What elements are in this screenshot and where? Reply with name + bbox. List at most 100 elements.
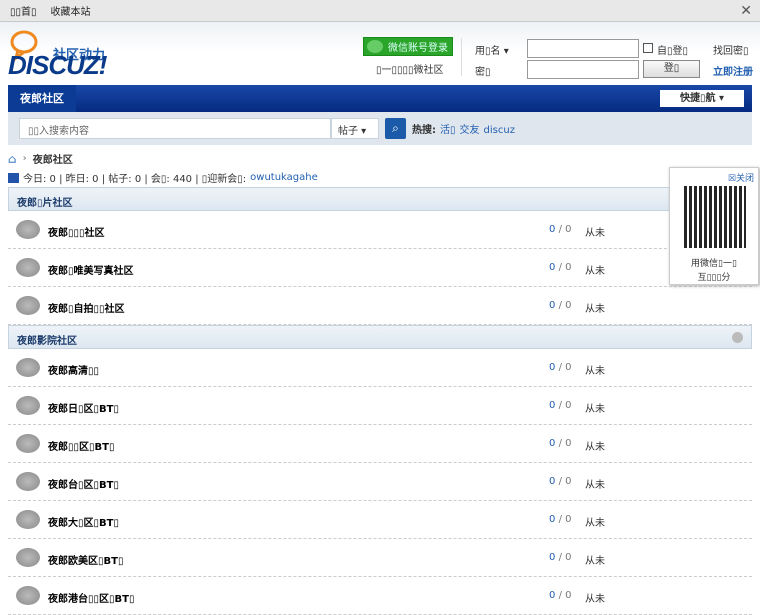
forgot-password-link[interactable]: 找回密▯ bbox=[713, 42, 749, 57]
breadcrumb-separator: › bbox=[22, 153, 27, 164]
qr-code bbox=[684, 186, 746, 248]
category-title: 夜郎影院社区 bbox=[17, 336, 77, 347]
forum-stats: 今日: 0 | 昨日: 0 | 帖子: 0 | 会▯: 440 | ▯迎新会▯:… bbox=[8, 170, 318, 185]
close-icon[interactable]: ✕ bbox=[740, 3, 752, 19]
username-label[interactable]: 用▯名 ▾ bbox=[475, 42, 509, 57]
quick-nav-button[interactable]: 快捷▯航 ▾ bbox=[660, 90, 744, 107]
search-bar: ▯▯入搜索内容 帖子 ▾ ⌕ 热搜: 活▯ 交友 discuz bbox=[8, 112, 752, 145]
forum-total-count: / 0 bbox=[558, 476, 572, 487]
forum-name-link[interactable]: 夜郎欧美区▯BT▯ bbox=[48, 552, 123, 567]
forum-last-post: 从未 bbox=[585, 442, 605, 453]
forum-name-link[interactable]: 夜郎▯▯区▯BT▯ bbox=[48, 438, 114, 453]
forum-today-count: 0 bbox=[549, 362, 556, 373]
forum-counts: 0 / 0 bbox=[549, 362, 571, 373]
forum-counts: 0 / 0 bbox=[549, 552, 571, 563]
forum-today-count: 0 bbox=[549, 552, 556, 563]
forum-bubble-icon bbox=[16, 586, 40, 605]
forum-last-post: 从未 bbox=[585, 304, 605, 315]
forum-today-count: 0 bbox=[549, 400, 556, 411]
forum-last-post: 从未 bbox=[585, 480, 605, 491]
category-header[interactable]: 夜郎▯片社区 bbox=[8, 187, 752, 211]
stats-icon bbox=[8, 172, 19, 183]
wechat-login-label: 微信账号登录 bbox=[388, 43, 448, 54]
breadcrumb: ⌂ › 夜郎社区 bbox=[8, 151, 73, 167]
category-header[interactable]: 夜郎影院社区 bbox=[8, 325, 752, 349]
forum-name-link[interactable]: 夜郎港台▯▯区▯BT▯ bbox=[48, 590, 134, 605]
forum-today-count: 0 bbox=[549, 590, 556, 601]
forum-counts: 0 / 0 bbox=[549, 300, 571, 311]
username-input[interactable] bbox=[527, 39, 639, 58]
forum-today-count: 0 bbox=[549, 438, 556, 449]
divider bbox=[461, 38, 462, 76]
forum-counts: 0 / 0 bbox=[549, 224, 571, 235]
forum-total-count: / 0 bbox=[558, 438, 572, 449]
qr-popup: ☒关闭 用微信▯一▯ 互▯▯▯分 bbox=[669, 167, 759, 285]
password-input[interactable] bbox=[527, 60, 639, 79]
forum-bubble-icon bbox=[16, 434, 40, 453]
breadcrumb-current[interactable]: 夜郎社区 bbox=[33, 151, 73, 166]
forum-last-post: 从未 bbox=[585, 594, 605, 605]
wechat-subtext: ▯一▯▯▯▯微社区 bbox=[376, 65, 444, 76]
forum-counts: 0 / 0 bbox=[549, 262, 571, 273]
forum-last-post: 从未 bbox=[585, 366, 605, 377]
forum-name-link[interactable]: 夜郎高清▯▯ bbox=[48, 362, 99, 377]
forum-today-count: 0 bbox=[549, 300, 556, 311]
newest-member-link[interactable]: owutukagahe bbox=[250, 172, 318, 183]
register-link[interactable]: 立即注册 bbox=[713, 63, 753, 78]
forum-name-link[interactable]: 夜郎台▯区▯BT▯ bbox=[48, 476, 119, 491]
nav-item-home[interactable]: 夜郎社区 bbox=[8, 85, 76, 112]
forum-name-link[interactable]: 夜郎大▯区▯BT▯ bbox=[48, 514, 119, 529]
logo-text: DISCUZ! bbox=[8, 50, 107, 80]
forum-today-count: 0 bbox=[549, 224, 556, 235]
remember-label: 自▯登▯ bbox=[657, 46, 689, 57]
forum-row: 夜郎欧美区▯BT▯ 0 / 0 从未 bbox=[8, 539, 752, 577]
hot-link[interactable]: discuz bbox=[484, 125, 515, 136]
forum-bubble-icon bbox=[16, 396, 40, 415]
forum-row: 夜郎台▯区▯BT▯ 0 / 0 从未 bbox=[8, 463, 752, 501]
forum-total-count: / 0 bbox=[558, 300, 572, 311]
hot-link[interactable]: 活▯ bbox=[440, 125, 456, 136]
forum-row: 夜郎▯▯▯社区 0 / 0 从未 bbox=[8, 211, 752, 249]
top-bar: ▯▯首▯ 收藏本站 bbox=[0, 0, 760, 22]
forum-row: 夜郎港台▯▯区▯BT▯ 0 / 0 从未 bbox=[8, 577, 752, 615]
remember-checkbox[interactable] bbox=[643, 43, 653, 53]
password-label: 密▯ bbox=[475, 67, 491, 78]
home-icon[interactable]: ⌂ bbox=[8, 152, 17, 166]
forum-row: 夜郎▯唯美写真社区 0 / 0 从未 bbox=[8, 249, 752, 287]
search-icon: ⌕ bbox=[392, 121, 399, 135]
forum-name-link[interactable]: 夜郎▯自拍▯▯社区 bbox=[48, 300, 125, 315]
login-button[interactable]: 登▯ bbox=[643, 60, 700, 78]
search-type-select[interactable]: 帖子 ▾ bbox=[331, 118, 379, 139]
hot-label: 热搜: bbox=[412, 125, 436, 136]
main-nav: 夜郎社区 快捷▯航 ▾ bbox=[8, 85, 752, 112]
favorite-link[interactable]: 收藏本站 bbox=[51, 3, 91, 18]
stats-text: 今日: 0 | 昨日: 0 | 帖子: 0 | 会▯: 440 | ▯迎新会▯: bbox=[23, 174, 247, 185]
forum-counts: 0 / 0 bbox=[549, 400, 571, 411]
forum-total-count: / 0 bbox=[558, 400, 572, 411]
search-button[interactable]: ⌕ bbox=[385, 118, 406, 139]
forum-total-count: / 0 bbox=[558, 224, 572, 235]
qr-text: 互▯▯▯分 bbox=[697, 273, 731, 283]
forum-today-count: 0 bbox=[549, 262, 556, 273]
collapse-icon[interactable] bbox=[732, 332, 743, 343]
set-home-link[interactable]: ▯▯首▯ bbox=[10, 3, 37, 18]
forum-total-count: / 0 bbox=[558, 514, 572, 525]
forum-last-post: 从未 bbox=[585, 266, 605, 277]
forum-row: 夜郎高清▯▯ 0 / 0 从未 bbox=[8, 349, 752, 387]
forum-name-link[interactable]: 夜郎▯唯美写真社区 bbox=[48, 262, 134, 277]
forum-counts: 0 / 0 bbox=[549, 514, 571, 525]
forum-total-count: / 0 bbox=[558, 590, 572, 601]
forum-bubble-icon bbox=[16, 296, 40, 315]
search-input[interactable]: ▯▯入搜索内容 bbox=[19, 118, 331, 139]
qr-close-button[interactable]: ☒关闭 bbox=[728, 171, 754, 184]
wechat-login-button[interactable]: 微信账号登录 bbox=[363, 37, 453, 56]
logo[interactable]: 社区动力 DISCUZ! bbox=[8, 30, 107, 80]
forum-bubble-icon bbox=[16, 220, 40, 239]
forum-bubble-icon bbox=[16, 258, 40, 277]
forum-today-count: 0 bbox=[549, 476, 556, 487]
forum-name-link[interactable]: 夜郎日▯区▯BT▯ bbox=[48, 400, 119, 415]
forum-total-count: / 0 bbox=[558, 262, 572, 273]
hot-link[interactable]: 交友 bbox=[460, 125, 480, 136]
forum-row: 夜郎▯▯区▯BT▯ 0 / 0 从未 bbox=[8, 425, 752, 463]
forum-name-link[interactable]: 夜郎▯▯▯社区 bbox=[48, 224, 105, 239]
